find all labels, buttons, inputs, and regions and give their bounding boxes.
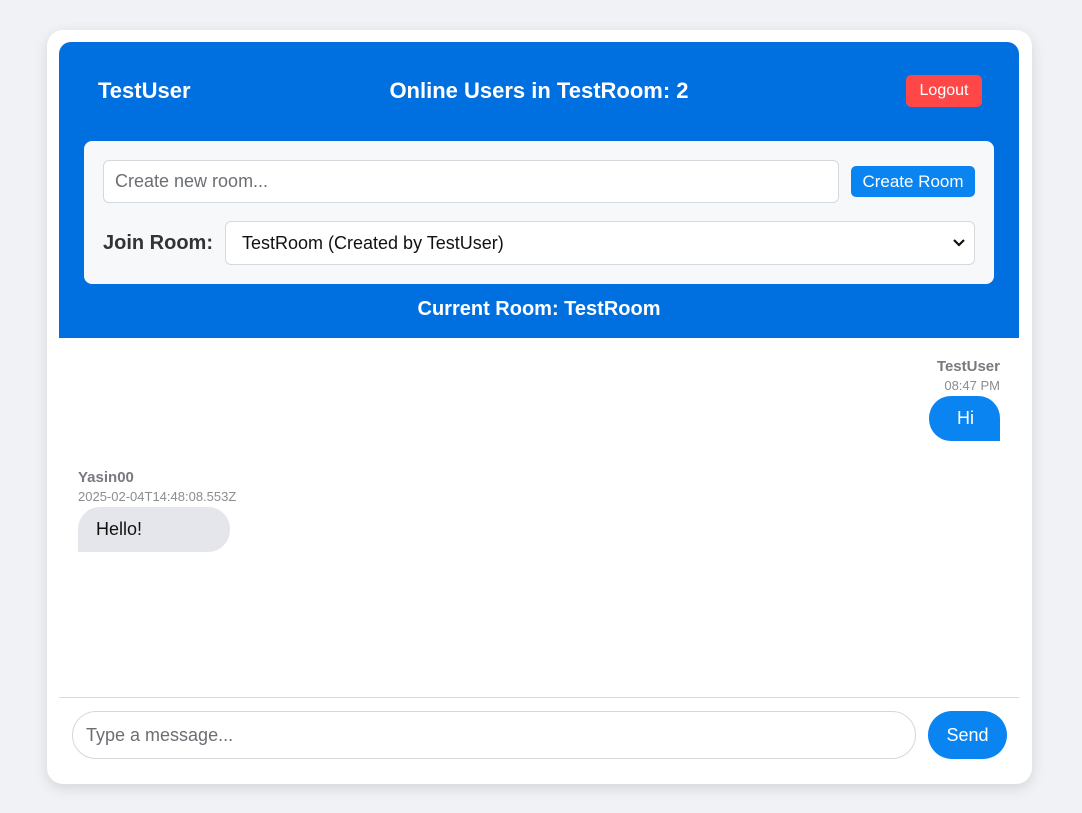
message-sender: Yasin00 xyxy=(78,469,134,486)
join-room-label: Join Room: xyxy=(103,232,213,254)
message-timestamp: 2025-02-04T14:48:08.553Z xyxy=(78,489,237,504)
message-timestamp: 08:47 PM xyxy=(944,378,1000,393)
message-bubble: Hi xyxy=(929,396,1000,441)
room-panel: Create Room Join Room: TestRoom (Created… xyxy=(84,141,994,284)
chevron-down-icon xyxy=(953,239,965,247)
message-input[interactable] xyxy=(72,711,916,759)
selected-room-value: TestRoom (Created by TestUser) xyxy=(242,232,504,253)
logout-button[interactable]: Logout xyxy=(906,75,982,107)
message-list: TestUser 08:47 PM Hi Yasin00 2025-02-04T… xyxy=(59,338,1019,698)
message-bubble: Hello! xyxy=(78,507,230,552)
create-room-button[interactable]: Create Room xyxy=(851,166,975,197)
message-sender: TestUser xyxy=(936,358,1000,375)
composer-divider xyxy=(59,697,1019,698)
join-room-select[interactable]: TestRoom (Created by TestUser) xyxy=(225,221,975,265)
chat-app-card: TestUser Online Users in TestRoom: 2 Log… xyxy=(47,30,1032,784)
message-incoming: Yasin00 2025-02-04T14:48:08.553Z Hello! xyxy=(78,469,236,552)
send-button[interactable]: Send xyxy=(928,711,1007,759)
current-room-title: Current Room: TestRoom xyxy=(417,298,661,320)
create-room-input[interactable] xyxy=(103,160,839,203)
message-outgoing: TestUser 08:47 PM Hi xyxy=(929,358,1000,441)
online-users-title: Online Users in TestRoom: 2 xyxy=(389,78,689,103)
chat-header: TestUser Online Users in TestRoom: 2 Log… xyxy=(59,42,1019,338)
